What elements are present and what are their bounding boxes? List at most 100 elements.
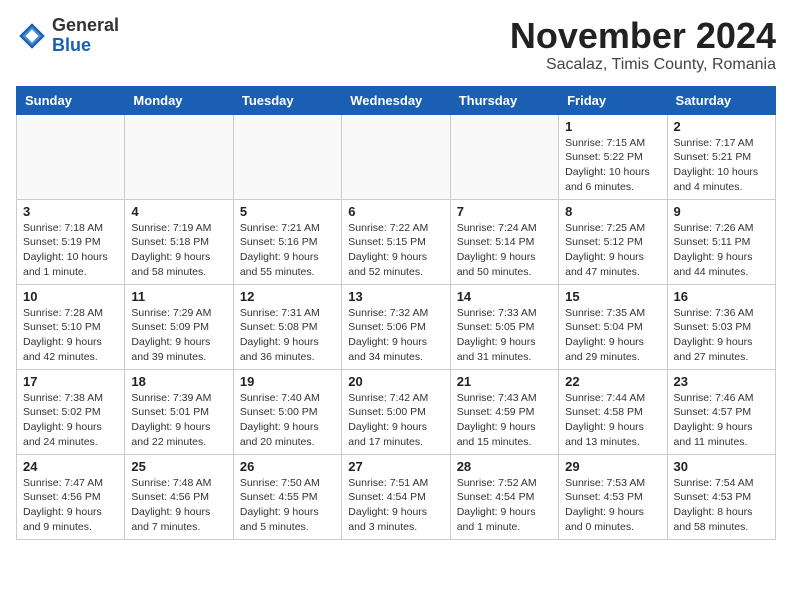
day-info: Sunrise: 7:17 AM Sunset: 5:21 PM Dayligh… [674, 136, 769, 195]
calendar-cell: 8 Sunrise: 7:25 AM Sunset: 5:12 PM Daylig… [559, 199, 667, 284]
calendar-cell: 4 Sunrise: 7:19 AM Sunset: 5:18 PM Daylig… [125, 199, 233, 284]
calendar-cell: 24 Sunrise: 7:47 AM Sunset: 4:56 PM Dayli… [17, 454, 125, 539]
day-info: Sunrise: 7:54 AM Sunset: 4:53 PM Dayligh… [674, 476, 769, 535]
week-row-5: 24 Sunrise: 7:47 AM Sunset: 4:56 PM Dayli… [17, 454, 776, 539]
month-title: November 2024 [510, 16, 776, 56]
calendar-cell [125, 114, 233, 199]
calendar-cell [450, 114, 558, 199]
day-info: Sunrise: 7:22 AM Sunset: 5:15 PM Dayligh… [348, 221, 443, 280]
day-number: 13 [348, 289, 443, 304]
calendar-cell: 28 Sunrise: 7:52 AM Sunset: 4:54 PM Dayli… [450, 454, 558, 539]
day-info: Sunrise: 7:51 AM Sunset: 4:54 PM Dayligh… [348, 476, 443, 535]
day-info: Sunrise: 7:39 AM Sunset: 5:01 PM Dayligh… [131, 391, 226, 450]
day-number: 3 [23, 204, 118, 219]
day-number: 26 [240, 459, 335, 474]
calendar-cell: 10 Sunrise: 7:28 AM Sunset: 5:10 PM Dayli… [17, 284, 125, 369]
calendar-cell: 11 Sunrise: 7:29 AM Sunset: 5:09 PM Dayli… [125, 284, 233, 369]
calendar-cell: 29 Sunrise: 7:53 AM Sunset: 4:53 PM Dayli… [559, 454, 667, 539]
calendar-cell [342, 114, 450, 199]
day-info: Sunrise: 7:28 AM Sunset: 5:10 PM Dayligh… [23, 306, 118, 365]
day-number: 12 [240, 289, 335, 304]
day-info: Sunrise: 7:43 AM Sunset: 4:59 PM Dayligh… [457, 391, 552, 450]
day-number: 19 [240, 374, 335, 389]
calendar-cell: 5Sunrise: 7:21 AM Sunset: 5:16 PM Daylig… [233, 199, 341, 284]
calendar-cell: 15Sunrise: 7:35 AM Sunset: 5:04 PM Dayli… [559, 284, 667, 369]
logo-blue: Blue [52, 36, 119, 56]
day-number: 9 [674, 204, 769, 219]
calendar-cell: 26 Sunrise: 7:50 AM Sunset: 4:55 PM Dayli… [233, 454, 341, 539]
day-number: 20 [348, 374, 443, 389]
calendar-cell: 13 Sunrise: 7:32 AM Sunset: 5:06 PM Dayli… [342, 284, 450, 369]
logo: General Blue [16, 16, 119, 56]
calendar-cell [17, 114, 125, 199]
day-info: Sunrise: 7:29 AM Sunset: 5:09 PM Dayligh… [131, 306, 226, 365]
page-header: General Blue November 2024 Sacalaz, Timi… [16, 16, 776, 74]
day-info: Sunrise: 7:47 AM Sunset: 4:56 PM Dayligh… [23, 476, 118, 535]
day-number: 11 [131, 289, 226, 304]
day-number: 22 [565, 374, 660, 389]
calendar-cell: 3 Sunrise: 7:18 AM Sunset: 5:19 PM Daylig… [17, 199, 125, 284]
day-number: 28 [457, 459, 552, 474]
day-number: 6 [348, 204, 443, 219]
day-info: Sunrise: 7:33 AM Sunset: 5:05 PM Dayligh… [457, 306, 552, 365]
day-info: Sunrise: 7:24 AM Sunset: 5:14 PM Dayligh… [457, 221, 552, 280]
day-number: 4 [131, 204, 226, 219]
calendar-cell: 1 Sunrise: 7:15 AM Sunset: 5:22 PM Daylig… [559, 114, 667, 199]
day-number: 1 [565, 119, 660, 134]
day-number: 25 [131, 459, 226, 474]
day-info: Sunrise: 7:15 AM Sunset: 5:22 PM Dayligh… [565, 136, 660, 195]
week-row-1: 1 Sunrise: 7:15 AM Sunset: 5:22 PM Daylig… [17, 114, 776, 199]
weekday-header-wednesday: Wednesday [342, 86, 450, 114]
day-number: 16 [674, 289, 769, 304]
day-number: 29 [565, 459, 660, 474]
calendar-table: SundayMondayTuesdayWednesdayThursdayFrid… [16, 86, 776, 540]
weekday-header-friday: Friday [559, 86, 667, 114]
day-number: 17 [23, 374, 118, 389]
day-info: Sunrise: 7:26 AM Sunset: 5:11 PM Dayligh… [674, 221, 769, 280]
weekday-header-row: SundayMondayTuesdayWednesdayThursdayFrid… [17, 86, 776, 114]
day-number: 24 [23, 459, 118, 474]
day-info: Sunrise: 7:40 AM Sunset: 5:00 PM Dayligh… [240, 391, 335, 450]
day-info: Sunrise: 7:42 AM Sunset: 5:00 PM Dayligh… [348, 391, 443, 450]
day-info: Sunrise: 7:52 AM Sunset: 4:54 PM Dayligh… [457, 476, 552, 535]
day-info: Sunrise: 7:36 AM Sunset: 5:03 PM Dayligh… [674, 306, 769, 365]
day-info: Sunrise: 7:50 AM Sunset: 4:55 PM Dayligh… [240, 476, 335, 535]
calendar-cell: 25 Sunrise: 7:48 AM Sunset: 4:56 PM Dayli… [125, 454, 233, 539]
calendar-cell: 2 Sunrise: 7:17 AM Sunset: 5:21 PM Daylig… [667, 114, 775, 199]
day-number: 2 [674, 119, 769, 134]
calendar-cell: 22 Sunrise: 7:44 AM Sunset: 4:58 PM Dayli… [559, 369, 667, 454]
day-info: Sunrise: 7:19 AM Sunset: 5:18 PM Dayligh… [131, 221, 226, 280]
weekday-header-sunday: Sunday [17, 86, 125, 114]
day-info: Sunrise: 7:53 AM Sunset: 4:53 PM Dayligh… [565, 476, 660, 535]
day-number: 30 [674, 459, 769, 474]
weekday-header-saturday: Saturday [667, 86, 775, 114]
day-info: Sunrise: 7:25 AM Sunset: 5:12 PM Dayligh… [565, 221, 660, 280]
day-number: 27 [348, 459, 443, 474]
calendar-cell: 19 Sunrise: 7:40 AM Sunset: 5:00 PM Dayli… [233, 369, 341, 454]
day-number: 8 [565, 204, 660, 219]
day-number: 21 [457, 374, 552, 389]
day-number: 7 [457, 204, 552, 219]
day-info: Sunrise: 7:46 AM Sunset: 4:57 PM Dayligh… [674, 391, 769, 450]
weekday-header-thursday: Thursday [450, 86, 558, 114]
calendar-cell: 16 Sunrise: 7:36 AM Sunset: 5:03 PM Dayli… [667, 284, 775, 369]
weekday-header-tuesday: Tuesday [233, 86, 341, 114]
title-block: November 2024 Sacalaz, Timis County, Rom… [510, 16, 776, 74]
day-info: Sunrise: 7:31 AM Sunset: 5:08 PM Dayligh… [240, 306, 335, 365]
week-row-4: 17 Sunrise: 7:38 AM Sunset: 5:02 PM Dayli… [17, 369, 776, 454]
day-info: Sunrise: 7:18 AM Sunset: 5:19 PM Dayligh… [23, 221, 118, 280]
day-info: Sunrise: 7:48 AM Sunset: 4:56 PM Dayligh… [131, 476, 226, 535]
calendar-cell: 21 Sunrise: 7:43 AM Sunset: 4:59 PM Dayli… [450, 369, 558, 454]
day-info: Sunrise: 7:32 AM Sunset: 5:06 PM Dayligh… [348, 306, 443, 365]
day-info: Sunrise: 7:38 AM Sunset: 5:02 PM Dayligh… [23, 391, 118, 450]
weekday-header-monday: Monday [125, 86, 233, 114]
week-row-3: 10 Sunrise: 7:28 AM Sunset: 5:10 PM Dayli… [17, 284, 776, 369]
day-number: 23 [674, 374, 769, 389]
calendar-cell: 6 Sunrise: 7:22 AM Sunset: 5:15 PM Daylig… [342, 199, 450, 284]
day-info: Sunrise: 7:44 AM Sunset: 4:58 PM Dayligh… [565, 391, 660, 450]
logo-text: General Blue [52, 16, 119, 56]
day-number: 14 [457, 289, 552, 304]
location-subtitle: Sacalaz, Timis County, Romania [510, 56, 776, 74]
day-number: 10 [23, 289, 118, 304]
logo-icon [16, 20, 48, 52]
